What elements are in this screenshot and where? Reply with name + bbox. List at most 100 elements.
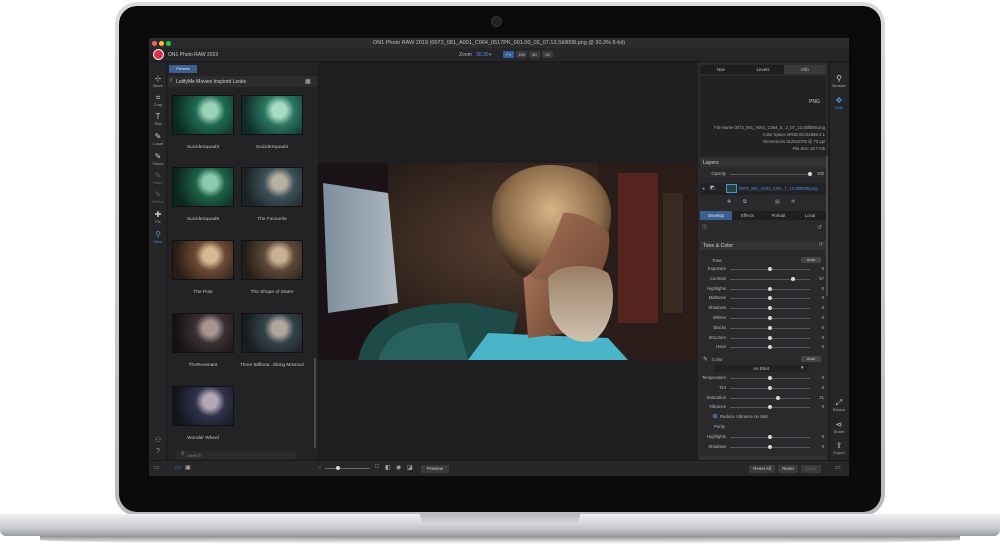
slider-blacks[interactable]: Blacks 0 (700, 324, 826, 332)
chevron-down-icon[interactable]: ▾ (489, 52, 492, 58)
slider-knob[interactable] (768, 345, 772, 350)
compare-icon[interactable]: ◫ (702, 224, 707, 230)
zoom-100-button[interactable]: 100 (516, 51, 527, 58)
reset-section-icon[interactable]: ↺ (818, 242, 823, 248)
slider-saturation[interactable]: Saturation 21 (700, 394, 826, 402)
slider-knob[interactable] (768, 316, 772, 320)
tab-nav[interactable]: Nav (700, 65, 742, 74)
preset-preview-image (172, 386, 234, 426)
tab-effects[interactable]: Effects (732, 211, 763, 220)
tool-mask[interactable]: ✎ Mask (149, 171, 167, 185)
opacity-slider[interactable]: Opacity 100 (700, 170, 826, 178)
merge-layer-icon[interactable]: ▫ (759, 199, 761, 205)
slider-contrast[interactable]: Contrast 57 (700, 275, 826, 283)
reset-button[interactable]: Reset (778, 465, 798, 473)
user-icon[interactable]: ⚇ (149, 436, 167, 444)
slider-vibrance[interactable]: Vibrance 0 (700, 403, 826, 411)
zoom-25-button[interactable]: 25 (542, 51, 553, 58)
thumb-size-knob[interactable] (336, 466, 340, 470)
layer-mask-icon[interactable]: ◩ (710, 185, 715, 191)
tool-faces[interactable]: ✎ Faces (149, 152, 167, 166)
main-photo[interactable] (318, 163, 697, 360)
panel-toggle-icon[interactable]: ▭ (154, 464, 160, 471)
tool-view[interactable]: ⚲ View (149, 230, 167, 244)
tab-info[interactable]: Info (784, 65, 826, 74)
slider-knob[interactable] (768, 267, 772, 271)
tool-fix[interactable]: ✚ Fix (149, 210, 167, 224)
slider-knob[interactable] (790, 276, 795, 281)
chevron-down-icon[interactable]: ▾ (801, 365, 804, 371)
slider-midtones[interactable]: Midtones 0 (700, 294, 826, 302)
slider-knob[interactable] (768, 306, 772, 311)
slider-highlights[interactable]: Highlights 0 (700, 433, 826, 441)
tone-auto-button[interactable]: Auto (801, 257, 821, 263)
slider-knob[interactable] (768, 405, 772, 410)
slider-knob[interactable] (768, 385, 772, 390)
tab-presets[interactable]: Presets (169, 65, 197, 73)
zoom-value[interactable]: 30.30 (476, 52, 489, 58)
slider-knob[interactable] (768, 335, 772, 340)
panel-scrollbar[interactable] (826, 156, 828, 296)
preview-button[interactable]: Preview (421, 465, 449, 473)
tab-develop[interactable]: Develop (700, 211, 732, 220)
slider-knob[interactable] (768, 296, 772, 301)
zoom-50-button[interactable]: 50 (529, 51, 540, 58)
tab-levels[interactable]: Levels (742, 65, 784, 74)
thumb-size-slider[interactable] (325, 468, 370, 469)
module-share[interactable]: ⋖ Share (829, 420, 849, 434)
soft-proof-icon[interactable]: ◪ (407, 464, 413, 471)
reduce-vibrance-checkbox[interactable] (713, 414, 717, 418)
tool-text[interactable]: T Text (149, 112, 167, 126)
tool-crop[interactable]: ⌗ Crop (149, 93, 167, 107)
info-file-size: File Size 18.7 mb (792, 146, 825, 151)
slider-knob[interactable] (768, 376, 772, 380)
tab-local[interactable]: Local (794, 211, 826, 220)
slider-shadows[interactable]: Shadows 0 (700, 304, 826, 312)
slider-whites[interactable]: Whites 0 (700, 314, 826, 322)
browser-scrollbar[interactable] (314, 358, 316, 448)
panel-toggle-right-icon[interactable]: ▭ (835, 464, 841, 471)
eyedropper-icon[interactable]: ✎ (703, 356, 708, 363)
slider-shadows[interactable]: Shadows 0 (700, 443, 826, 451)
grid-icon[interactable]: ▣ (185, 464, 191, 471)
chevron-left-icon[interactable]: ‹ (170, 77, 172, 84)
module-resize[interactable]: ⤢ Resize (829, 398, 849, 412)
grid-view-icon[interactable]: ▦ (305, 78, 311, 85)
tab-portrait[interactable]: Portrait (763, 211, 794, 220)
delete-layer-icon[interactable]: ▤ (775, 199, 780, 205)
slider-haze[interactable]: Haze 0 (700, 343, 826, 351)
module-browse[interactable]: ⚲ Browse (829, 74, 849, 88)
help-icon[interactable]: ? (149, 448, 167, 455)
slider-temperature[interactable]: Temperature 0 (700, 374, 826, 382)
tool-refine[interactable]: ✎ Refine (149, 190, 167, 204)
layers-header[interactable]: Layers (700, 158, 826, 167)
tool-move[interactable]: ⊹ Move (149, 74, 167, 88)
color-auto-button[interactable]: Auto (801, 356, 821, 362)
module-export[interactable]: ⇪ Export (829, 441, 849, 455)
slider-structure[interactable]: Structure 0 (700, 334, 826, 342)
tone-color-header[interactable]: Tone & Color ↺ (700, 241, 826, 250)
module-edit[interactable]: ✥ Edit (829, 96, 849, 110)
slider-knob[interactable] (776, 395, 781, 400)
compare-icon[interactable]: ◧ (385, 464, 391, 471)
undo-icon[interactable]: ↺ (817, 224, 822, 231)
slider-knob[interactable] (768, 286, 772, 291)
sync-button[interactable]: Sync (801, 465, 821, 473)
slider-knob[interactable] (768, 435, 772, 439)
zoom-out-icon[interactable]: ○ (318, 465, 321, 471)
zoom-fit-button[interactable]: Fit (503, 51, 514, 58)
slider-tint[interactable]: Tint 0 (700, 384, 826, 392)
gear-icon[interactable]: ✲ (791, 199, 795, 205)
slider-highlights[interactable]: Highlights 0 (700, 285, 826, 293)
fullscreen-icon[interactable]: □ (375, 464, 379, 470)
slider-exposure[interactable]: Exposure 0 (700, 265, 826, 273)
add-layer-icon[interactable]: ✚ (727, 199, 731, 205)
reset-all-button[interactable]: Reset All (749, 465, 775, 473)
duplicate-layer-icon[interactable]: ⧉ (743, 199, 747, 205)
tool-local[interactable]: ✎ Local (149, 132, 167, 146)
layer-visible-icon[interactable]: ● (702, 186, 705, 192)
slider-knob[interactable] (768, 444, 772, 449)
mask-view-icon[interactable]: ◉ (396, 464, 401, 471)
filmstrip-icon[interactable]: ▭ (175, 464, 181, 471)
slider-knob[interactable] (768, 325, 772, 330)
